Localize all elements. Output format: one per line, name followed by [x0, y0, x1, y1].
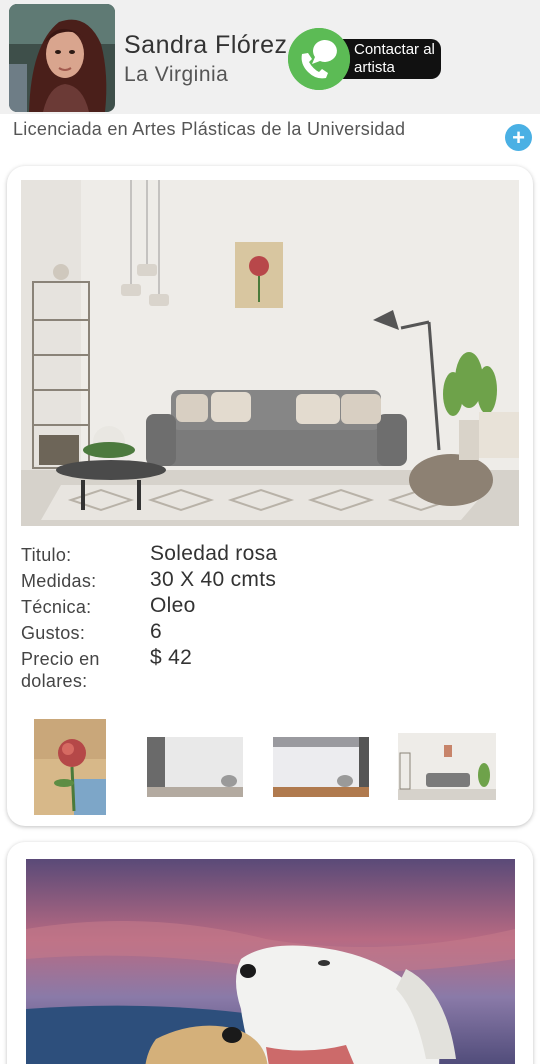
artist-name: Sandra Flórez [124, 31, 288, 59]
artwork-card: Titulo: Soledad rosa Medidas: 30 X 40 cm… [7, 166, 533, 826]
detail-label: Precio en dolares: [21, 649, 100, 691]
artwork-technique: Oleo [150, 594, 196, 617]
contact-artist-label[interactable]: Contactar al artista [354, 41, 444, 77]
artist-city: La Virginia [124, 63, 229, 86]
detail-label: Técnica: [21, 597, 92, 617]
artwork-title: Soledad rosa [150, 542, 278, 565]
contact-artist-button[interactable]: Contactar al artista [288, 28, 458, 90]
thumbnail-painting[interactable] [34, 719, 106, 815]
whatsapp-icon[interactable] [288, 28, 350, 90]
detail-row-title: Titulo: Soledad rosa [21, 542, 521, 568]
detail-row-technique: Técnica: Oleo [21, 594, 521, 620]
artwork-size: 30 X 40 cmts [150, 568, 277, 591]
detail-row-size: Medidas: 30 X 40 cmts [21, 568, 521, 594]
artwork-price: $ 42 [150, 646, 193, 669]
artist-bio: Licenciada en Artes Plásticas de la Univ… [13, 119, 406, 139]
artwork-main-image[interactable] [26, 859, 515, 1064]
thumbnail-room-2[interactable] [273, 737, 369, 797]
artist-header: Sandra Flórez La Virginia Contactar al a… [0, 0, 540, 114]
detail-row-price: Precio en dolares: $ 42 [21, 646, 521, 698]
thumbnail-room-1[interactable] [147, 737, 243, 797]
artwork-details: Titulo: Soledad rosa Medidas: 30 X 40 cm… [21, 542, 521, 698]
artist-avatar[interactable] [9, 4, 115, 112]
thumbnail-strip [7, 714, 533, 815]
detail-label: Gustos: [21, 623, 86, 643]
artwork-main-image[interactable] [21, 180, 519, 526]
detail-row-likes: Gustos: 6 [21, 620, 521, 646]
detail-label: Titulo: [21, 545, 72, 565]
expand-bio-button[interactable]: + [505, 124, 532, 151]
artwork-likes: 6 [150, 620, 162, 643]
artwork-card [7, 842, 533, 1064]
thumbnail-room-3[interactable] [398, 733, 496, 800]
detail-label: Medidas: [21, 571, 97, 591]
